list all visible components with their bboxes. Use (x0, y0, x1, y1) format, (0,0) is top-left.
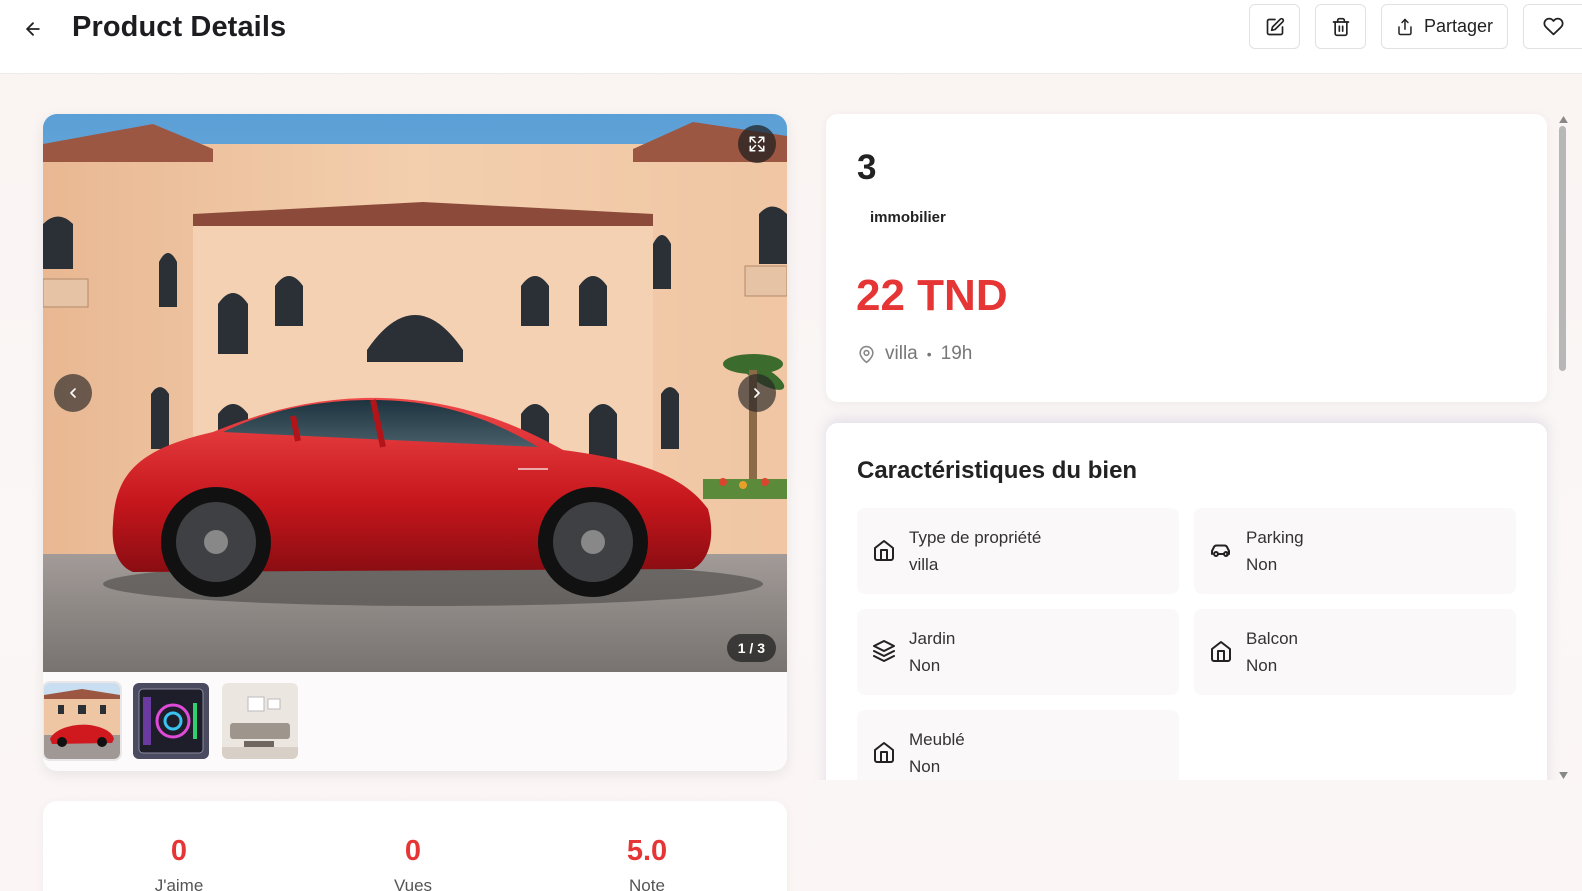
favorite-button[interactable] (1523, 4, 1582, 49)
car-icon (1211, 544, 1230, 557)
stat-likes-label: J'aime (154, 876, 204, 891)
stat-rating: 5.0 Note (577, 835, 717, 891)
page-title: Product Details (72, 11, 287, 43)
feature-parking: Parking Non (1194, 508, 1516, 594)
layers-icon (873, 640, 895, 662)
map-pin-icon (859, 345, 874, 363)
stat-views: 0 Vues (343, 835, 483, 891)
next-image-button[interactable] (738, 374, 776, 412)
fullscreen-button[interactable] (738, 125, 776, 163)
category-badge: immobilier (870, 209, 946, 226)
chevron-right-icon (754, 388, 760, 398)
previous-image-button[interactable] (54, 374, 92, 412)
features-card: Caractéristiques du bien Type de proprié… (826, 423, 1547, 803)
home-icon (1211, 641, 1231, 662)
thumbnail-2[interactable] (133, 683, 209, 759)
share-button[interactable]: Partager (1381, 4, 1508, 49)
heart-icon (1543, 17, 1564, 36)
chevron-left-icon (70, 388, 76, 398)
feature-value: Non (1246, 555, 1278, 574)
triangle-up-icon (1558, 115, 1568, 123)
product-meta: villa • 19h (857, 343, 972, 365)
triangle-down-icon (1558, 771, 1568, 779)
main-product-image[interactable]: 1 / 3 (43, 114, 787, 672)
thumbnail-1[interactable] (43, 681, 122, 761)
edit-button[interactable] (1249, 4, 1300, 49)
stat-likes: 0 J'aime (109, 835, 249, 891)
stat-likes-value: 0 (170, 835, 188, 867)
expand-icon (749, 136, 765, 152)
feature-balcony: Balcon Non (1194, 609, 1516, 695)
feature-property-type: Type de propriété villa (857, 508, 1179, 594)
feature-label: Parking (1246, 528, 1304, 547)
top-header: Product Details Partager (0, 0, 1582, 74)
stats-card: 0 J'aime 0 Vues 5.0 Note (43, 801, 787, 891)
arrow-left-icon (26, 22, 40, 36)
stat-views-label: Vues (393, 876, 433, 891)
meta-separator: • (926, 346, 932, 362)
feature-value: Non (1246, 656, 1278, 675)
stat-rating-value: 5.0 (626, 835, 668, 867)
feature-value: villa (909, 555, 939, 574)
product-location: villa (885, 343, 918, 364)
scroll-up-button[interactable] (1558, 114, 1568, 124)
product-info-card: 3 immobilier 22 TND villa • 19h (826, 114, 1547, 402)
thumbnail-strip (43, 681, 298, 761)
trash-icon (1332, 17, 1349, 36)
feature-label: Type de propriété (909, 528, 1042, 547)
share-label: Partager (1423, 16, 1493, 36)
scrollbar-thumb[interactable] (1559, 126, 1566, 371)
product-name: 3 (857, 148, 877, 187)
back-button[interactable] (18, 14, 48, 44)
thumbnail-3[interactable] (222, 683, 298, 759)
image-counter: 1 / 3 (726, 634, 776, 662)
product-age: 19h (940, 343, 973, 364)
delete-button[interactable] (1315, 4, 1366, 49)
stat-rating-label: Note (629, 876, 665, 891)
home-icon (874, 540, 894, 561)
scroll-down-button[interactable] (1558, 770, 1568, 780)
product-price: 22 TND (856, 271, 1008, 320)
stat-views-value: 0 (404, 835, 422, 867)
bottom-background (810, 780, 1582, 891)
upload-icon (1398, 18, 1412, 35)
gallery-card: 1 / 3 (43, 114, 787, 771)
pencil-square-icon (1266, 17, 1284, 35)
home-icon (874, 742, 894, 763)
feature-label: Balcon (1246, 629, 1298, 648)
feature-value: Non (909, 656, 941, 675)
features-title: Caractéristiques du bien (857, 457, 1138, 484)
feature-label: Jardin (909, 629, 956, 648)
feature-value: Non (909, 757, 941, 776)
feature-label: Meublé (909, 730, 965, 749)
right-scrollbar[interactable] (1556, 114, 1570, 780)
feature-garden: Jardin Non (857, 609, 1179, 695)
